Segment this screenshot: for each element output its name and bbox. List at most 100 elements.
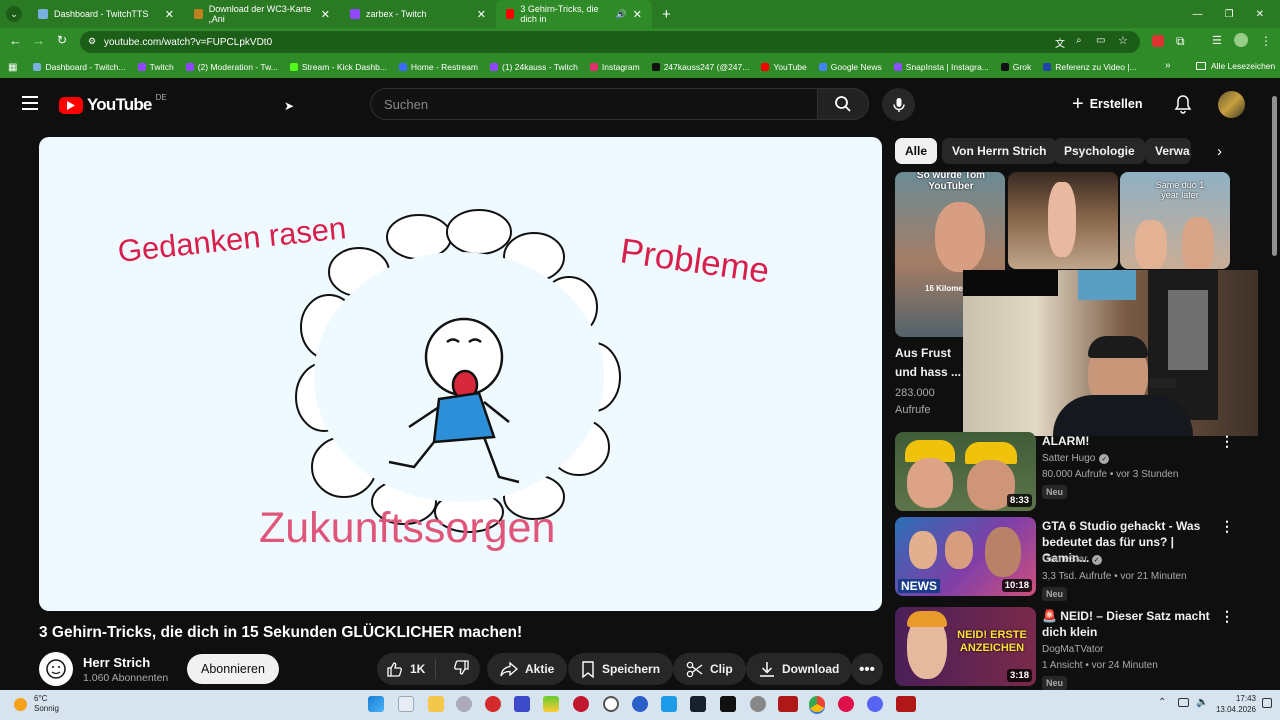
clip-button[interactable]: Clip — [673, 653, 746, 685]
create-button[interactable]: + Erstellen — [1072, 91, 1143, 117]
minimize-button[interactable]: — — [1193, 9, 1203, 20]
scrollbar-thumb[interactable] — [1272, 96, 1277, 256]
app-layers-icon[interactable] — [543, 696, 559, 712]
bookmark-item[interactable]: (1) 24kauss - Twitch — [484, 62, 584, 72]
reload-icon[interactable]: ↻ — [57, 33, 67, 47]
notifications-bell-icon[interactable] — [1174, 94, 1192, 114]
tab-list-button[interactable]: ⌄ — [0, 6, 28, 22]
search-input[interactable]: Suchen — [370, 88, 817, 120]
profile-avatar-icon[interactable] — [1234, 33, 1248, 47]
browser-menu-icon[interactable]: ⋮ — [1260, 34, 1272, 48]
audio-icon[interactable]: 🔊 — [616, 9, 627, 20]
media-controls-icon[interactable]: ☰ — [1212, 34, 1222, 47]
bookmark-item[interactable]: Home - Restream — [393, 62, 484, 72]
bookmark-item[interactable]: 247kauss247 (@247... — [646, 62, 756, 72]
browser-tab-2[interactable]: Download der WC3-Karte „Ani ✕ — [184, 0, 340, 28]
zoom-icon[interactable]: ⌕ — [1076, 35, 1082, 46]
bookmark-item[interactable]: Twitch — [132, 62, 180, 72]
new-tab-button[interactable]: + — [652, 6, 681, 23]
clock[interactable]: 17:43 13.04.2026 — [1212, 693, 1256, 715]
rec-menu-icon[interactable]: ⋮ — [1220, 608, 1234, 625]
bookmark-item[interactable]: YouTube — [755, 62, 812, 72]
close-icon[interactable]: ✕ — [165, 8, 174, 21]
rec-thumbnail[interactable]: 8:33 — [895, 432, 1036, 511]
back-icon[interactable]: ← — [9, 33, 22, 48]
extension-icon[interactable] — [1152, 35, 1164, 47]
weather-sun-icon[interactable] — [14, 698, 27, 711]
weather-widget[interactable]: 6°C Sonnig — [34, 694, 59, 714]
video-player[interactable]: Gedanken rasen Probleme Zukunftssorgen — [39, 137, 882, 611]
windows-start-icon[interactable] — [368, 696, 384, 712]
extensions-puzzle-icon[interactable]: ⧉ — [1176, 34, 1185, 49]
short-thumbnail-3[interactable]: Same duo 1 year later — [1120, 172, 1230, 269]
app-blue-icon[interactable] — [632, 696, 648, 712]
app-red-icon[interactable] — [485, 696, 501, 712]
app-red-box-icon-2[interactable] — [896, 696, 916, 712]
close-icon[interactable]: ✕ — [633, 8, 642, 21]
hamburger-menu-icon[interactable] — [22, 96, 38, 110]
download-button[interactable]: Download — [746, 653, 853, 685]
bookmark-item[interactable]: SnapInsta | Instagra... — [888, 62, 995, 72]
chrome-icon[interactable] — [809, 696, 825, 712]
discord-icon[interactable] — [867, 696, 883, 712]
apps-grid-icon[interactable]: ▦ — [0, 62, 27, 73]
forward-icon[interactable]: → — [32, 33, 45, 48]
obs-icon[interactable] — [603, 696, 619, 712]
app-gear-icon[interactable] — [750, 696, 766, 712]
subscribe-button[interactable]: Abonnieren — [187, 654, 279, 684]
bookmark-item[interactable]: (2) Moderation - Tw... — [180, 62, 284, 72]
app-red-box-icon[interactable] — [778, 696, 798, 712]
app-v-icon[interactable] — [514, 696, 530, 712]
browser-tab-1[interactable]: Dashboard - TwitchTTS ✕ — [28, 0, 184, 28]
dislike-button[interactable] — [443, 659, 480, 679]
chip-all[interactable]: Alle — [895, 138, 938, 164]
app-record-icon[interactable] — [573, 696, 589, 712]
bookmark-item[interactable]: Referenz zu Video |... — [1037, 62, 1142, 72]
cast-icon[interactable]: ▭ — [1096, 35, 1105, 46]
chip-from-channel[interactable]: Von Herrn Strich — [942, 138, 1057, 164]
page-scrollbar[interactable] — [1271, 84, 1278, 688]
notifications-icon[interactable] — [1262, 698, 1272, 708]
task-view-icon[interactable] — [398, 696, 414, 712]
bookmark-item[interactable]: Grok — [995, 62, 1037, 72]
voice-search-button[interactable] — [882, 88, 915, 121]
mouse-app-icon[interactable] — [456, 696, 472, 712]
bookmark-star-icon[interactable]: ☆ — [1118, 34, 1128, 47]
close-icon[interactable]: ✕ — [477, 8, 486, 21]
all-bookmarks-button[interactable]: Alle Lesezeichen — [1196, 61, 1275, 71]
channel-name[interactable]: Herr Strich — [83, 655, 150, 670]
rec-menu-icon[interactable]: ⋮ — [1220, 433, 1234, 450]
search-button[interactable] — [817, 88, 869, 120]
bookmark-item[interactable]: Instagram — [584, 62, 646, 72]
chip-partial[interactable]: Verwa — [1145, 138, 1191, 164]
short-thumbnail-2[interactable] — [1008, 172, 1118, 269]
more-actions-button[interactable]: ••• — [851, 653, 883, 685]
like-button[interactable]: 1K — [377, 659, 437, 679]
chips-next-button[interactable]: › — [1190, 136, 1230, 166]
save-button[interactable]: Speichern — [568, 653, 674, 685]
bookmark-item[interactable]: Google News — [813, 62, 888, 72]
site-info-icon[interactable]: ⚙ — [88, 36, 96, 47]
system-tray-chevron-icon[interactable]: ⌃ — [1158, 697, 1166, 708]
user-avatar[interactable] — [1218, 91, 1245, 118]
share-button[interactable]: Aktie — [487, 653, 568, 685]
address-bar[interactable]: ⚙ youtube.com/watch?v=FUPCLpkVDt0 文 ⌕ ▭ … — [80, 31, 1140, 53]
rec-thumbnail[interactable]: NEID! ERSTE ANZEICHEN 3:18 — [895, 607, 1036, 686]
browser-tab-4-active[interactable]: 3 Gehirn-Tricks, die dich in 🔊 ✕ — [496, 0, 652, 28]
bookmark-item[interactable]: Stream - Kick Dashb... — [284, 62, 393, 72]
browser-tab-3[interactable]: zarbex - Twitch ✕ — [340, 0, 496, 28]
more-bookmarks-icon[interactable]: » — [1165, 60, 1171, 71]
close-window-button[interactable]: ✕ — [1256, 9, 1264, 20]
app-mail-icon[interactable] — [661, 696, 677, 712]
close-icon[interactable]: ✕ — [321, 8, 330, 21]
speaker-icon[interactable]: 🔈 — [1196, 697, 1208, 708]
chip-psychology[interactable]: Psychologie — [1054, 138, 1145, 164]
rec-thumbnail[interactable]: NEWS 10:18 — [895, 517, 1036, 596]
channel-avatar[interactable] — [39, 652, 73, 686]
featured-title[interactable]: Aus Frust und hass ... — [895, 344, 961, 382]
translate-icon[interactable]: 文 — [1055, 35, 1065, 50]
tray-app-icon[interactable] — [1178, 698, 1189, 707]
opera-icon[interactable] — [838, 696, 854, 712]
bookmark-item[interactable]: Dashboard - Twitch... — [27, 62, 131, 72]
app-dark-icon[interactable] — [720, 696, 736, 712]
